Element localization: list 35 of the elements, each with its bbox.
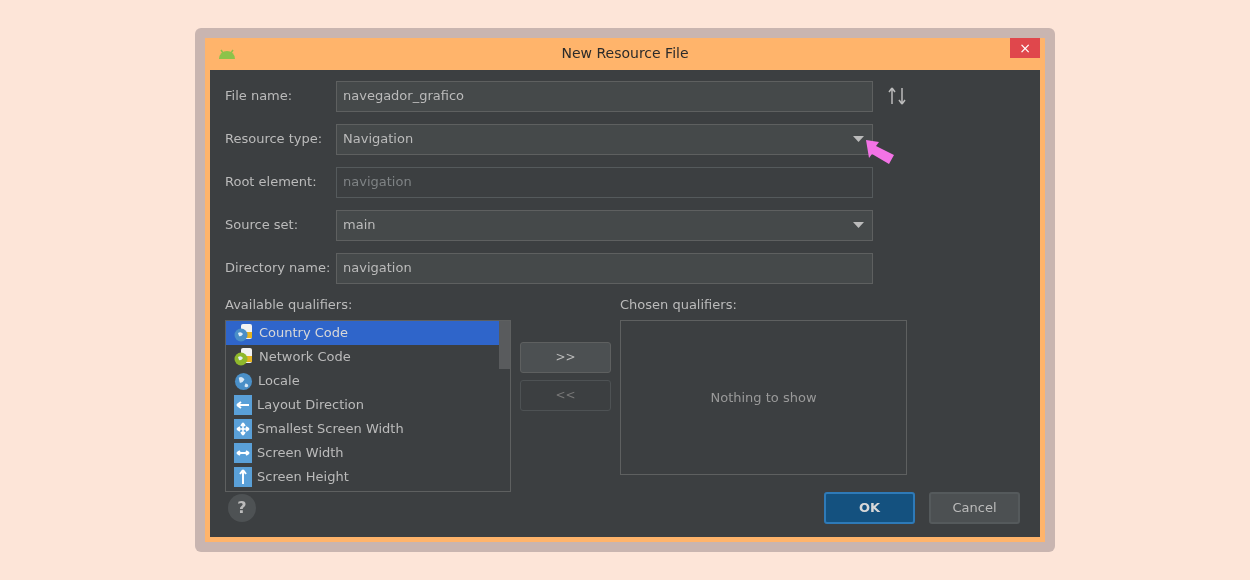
field-label: Root element: <box>225 173 318 192</box>
cancel-button[interactable]: Cancel <box>929 492 1020 524</box>
dropdown-field[interactable]: Navigation <box>336 123 873 155</box>
globe-icon <box>234 371 253 391</box>
globe-document-icon <box>234 323 254 343</box>
antenna-document-icon <box>234 347 254 367</box>
field-label: Source set: <box>225 216 300 235</box>
horizontal-arrows-icon <box>234 443 252 463</box>
help-button[interactable]: ? <box>228 494 256 522</box>
close-button[interactable]: × <box>1010 38 1040 58</box>
qualifier-item[interactable]: Screen Height <box>226 465 510 489</box>
window-title: New Resource File <box>561 44 689 64</box>
text-field[interactable]: navigation <box>336 252 873 284</box>
qualifier-item[interactable]: Network Code <box>226 345 510 369</box>
section-label: Available qualifiers: <box>225 295 354 314</box>
pointer-arrow-icon <box>865 139 895 165</box>
sort-arrows-icon[interactable] <box>887 87 907 105</box>
qualifier-item[interactable]: Smallest Screen Width <box>226 417 510 441</box>
move-button[interactable]: >> <box>520 341 611 373</box>
field-label: File name: <box>225 87 294 106</box>
empty-message: Nothing to show <box>710 388 817 407</box>
dropdown-field[interactable]: main <box>336 209 873 241</box>
field-label: Resource type: <box>225 130 324 149</box>
qualifier-item[interactable]: Screen Width <box>226 441 510 465</box>
ok-button[interactable]: OK <box>824 492 915 524</box>
scrollbar-thumb[interactable] <box>499 321 510 369</box>
section-label: Chosen qualifiers: <box>620 295 738 314</box>
dropdown-caret-icon <box>853 136 864 142</box>
four-way-arrow-icon <box>234 419 252 439</box>
text-field[interactable]: navegador_grafico <box>336 80 873 112</box>
dropdown-caret-icon <box>853 222 864 228</box>
qualifier-item[interactable]: Locale <box>226 369 510 393</box>
android-icon <box>218 48 236 59</box>
field-label: Directory name: <box>225 259 332 278</box>
qualifier-item[interactable]: Layout Direction <box>226 393 510 417</box>
